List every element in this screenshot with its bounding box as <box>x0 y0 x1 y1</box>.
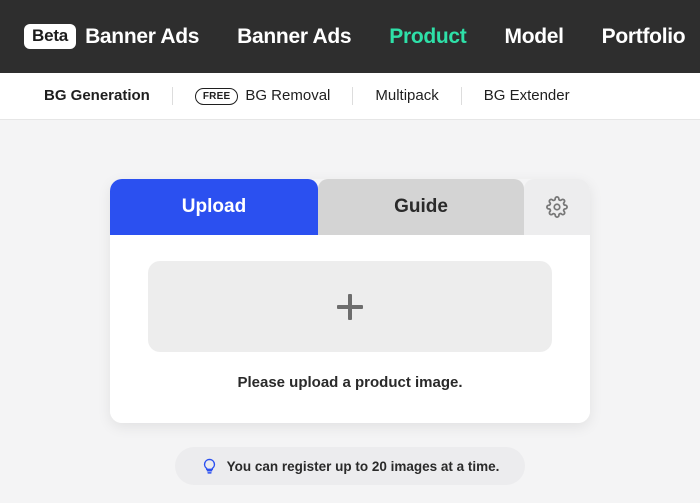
card-body: Please upload a product image. <box>110 235 590 423</box>
topnav-item-portfolio[interactable]: Portfolio <box>602 25 686 49</box>
app-root: Beta Banner Ads Banner Ads Product Model… <box>0 0 700 503</box>
card-tabs: Upload Guide <box>110 179 590 235</box>
gear-icon <box>546 196 568 218</box>
upload-dropzone[interactable] <box>148 261 552 352</box>
tab-upload[interactable]: Upload <box>110 179 318 235</box>
lightbulb-icon <box>203 458 215 474</box>
plus-icon <box>337 293 363 320</box>
info-notice: You can register up to 20 images at a ti… <box>174 447 526 485</box>
brand-logo[interactable]: Beta Banner Ads <box>24 24 200 49</box>
subnav-divider <box>352 87 354 105</box>
sub-navigation: BG Generation FREE BG Removal Multipack … <box>0 73 700 120</box>
subnav-item-label: Multipack <box>375 86 439 104</box>
subnav-item-label: BG Generation <box>43 86 151 107</box>
tab-guide[interactable]: Guide <box>318 179 524 235</box>
upload-hint-text: Please upload a product image. <box>237 374 463 391</box>
topnav-item-product[interactable]: Product <box>389 25 467 49</box>
free-badge: FREE <box>194 87 239 105</box>
subnav-divider <box>171 87 173 105</box>
subnav-item-label: BG Extender <box>483 86 570 104</box>
info-notice-text: You can register up to 20 images at a ti… <box>226 458 500 474</box>
subnav-item-bg-generation[interactable]: BG Generation <box>43 86 151 107</box>
subnav-divider <box>460 87 462 105</box>
top-header: Beta Banner Ads Banner Ads Product Model… <box>0 0 700 73</box>
subnav-item-bg-extender[interactable]: BG Extender <box>484 87 570 106</box>
subnav-item-label: BG Removal <box>245 86 331 104</box>
subnav-item-multipack[interactable]: Multipack <box>375 87 438 106</box>
beta-badge: Beta <box>24 24 77 49</box>
top-navigation: Banner Ads Product Model Portfolio <box>237 25 685 49</box>
topnav-item-banner-ads[interactable]: Banner Ads <box>237 25 351 49</box>
topnav-item-model[interactable]: Model <box>505 25 564 49</box>
main-content: Upload Guide Please upload a product ima… <box>0 120 700 503</box>
tab-settings[interactable] <box>524 179 590 235</box>
brand-name: Banner Ads <box>85 24 200 48</box>
subnav-item-bg-removal[interactable]: FREE BG Removal <box>194 86 331 106</box>
upload-card: Upload Guide Please upload a product ima… <box>110 179 590 423</box>
